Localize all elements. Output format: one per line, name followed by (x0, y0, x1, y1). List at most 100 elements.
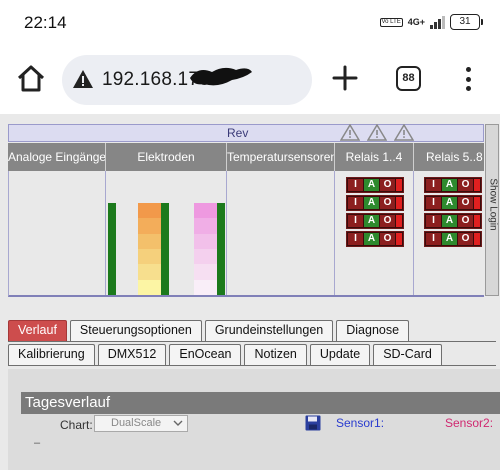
gauge-segment (194, 248, 217, 265)
relay-button-o[interactable]: O (380, 197, 395, 209)
relays-1-4-cell: IAOIAOIAOIAO (335, 171, 414, 295)
status-bar: 22:14 Vo LTE 4G+ 31 (0, 0, 500, 46)
tab-enocean[interactable]: EnOcean (169, 344, 242, 365)
relay-button-a[interactable]: A (364, 215, 379, 227)
save-icon[interactable] (305, 415, 321, 431)
placeholder-dash: – (34, 437, 41, 449)
secondary-tabs: Kalibrierung DMX512 EnOcean Notizen Upda… (8, 344, 442, 365)
tab-dmx512[interactable]: DMX512 (97, 344, 167, 365)
header-relays-5-8: Relais 5..8 (414, 143, 484, 171)
gauge-segment (138, 203, 161, 219)
relay-control: IAO (346, 213, 404, 229)
relay-control: IAO (346, 195, 404, 211)
relay-button-a[interactable]: A (364, 233, 379, 245)
overflow-menu-button[interactable] (460, 64, 476, 94)
tab-update[interactable]: Update (309, 344, 371, 365)
gauge-segment (194, 218, 217, 234)
relay-button-a[interactable]: A (442, 179, 457, 191)
relay-status-led (474, 215, 480, 227)
tab-count-button[interactable]: 88 (396, 66, 421, 91)
sensor2-label: Sensor2: (445, 416, 494, 430)
relay-button-i[interactable]: I (348, 197, 363, 209)
relay-button-i[interactable]: I (426, 215, 441, 227)
header-analog-inputs: Analoge Eingänge (8, 143, 106, 171)
relays-5-8-cell: IAOIAOIAOIAO (414, 171, 484, 295)
tab-diagnose[interactable]: Diagnose (336, 320, 410, 341)
relay-button-a[interactable]: A (442, 215, 457, 227)
show-login-label: Show Login (487, 178, 499, 231)
relay-button-o[interactable]: O (458, 215, 473, 227)
web-page: Rev Analoge Eingänge Elektroden Temperat… (0, 114, 500, 470)
relay-button-i[interactable]: I (426, 233, 441, 245)
chart-label: Chart: (60, 418, 93, 432)
relay-button-a[interactable]: A (364, 197, 379, 209)
relay-button-o[interactable]: O (380, 233, 395, 245)
relay-button-o[interactable]: O (458, 179, 473, 191)
chart-type-select[interactable]: DualScale (94, 415, 188, 432)
gauge-segment (138, 233, 161, 249)
relay-button-o[interactable]: O (380, 215, 395, 227)
home-icon (17, 65, 45, 92)
rev-label: Rev (227, 126, 249, 140)
tab-grundeinstellungen[interactable]: Grundeinstellungen (204, 320, 334, 341)
volte-icon: Vo LTE (379, 17, 403, 27)
electrode-gauge-left (138, 203, 161, 295)
chevron-down-icon (173, 420, 183, 426)
alert-icons (340, 124, 414, 141)
relay-button-a[interactable]: A (442, 233, 457, 245)
relay-status-led (474, 197, 480, 209)
gauge-segment (194, 279, 217, 295)
electrode-bar (108, 203, 116, 295)
gauge-segment (138, 248, 161, 265)
show-login-tab[interactable]: Show Login (485, 124, 499, 296)
electrodes-cell (106, 171, 227, 295)
alert-triangle-icon (394, 124, 414, 141)
home-button[interactable] (14, 62, 48, 96)
relay-button-i[interactable]: I (348, 215, 363, 227)
relay-status-led (474, 233, 480, 245)
relay-status-led (474, 179, 480, 191)
status-time: 22:14 (24, 13, 67, 32)
network-type: 4G+ (407, 17, 425, 27)
relay-list-5-8: IAOIAOIAOIAO (424, 177, 482, 247)
warning-icon (73, 70, 93, 88)
tabs-divider (8, 365, 496, 366)
relay-status-led (396, 179, 402, 191)
grid-body-row: IAOIAOIAOIAO IAOIAOIAOIAO (8, 171, 484, 297)
relay-control: IAO (424, 231, 482, 247)
gauge-segment (194, 203, 217, 219)
relay-button-o[interactable]: O (380, 179, 395, 191)
relay-button-i[interactable]: I (348, 179, 363, 191)
gauge-segment (138, 264, 161, 280)
electrode-gauge-right (194, 203, 217, 295)
header-temperature-sensors: Temperatursensoren (227, 143, 335, 171)
relay-status-led (396, 233, 402, 245)
tab-kalibrierung[interactable]: Kalibrierung (8, 344, 95, 365)
tab-notizen[interactable]: Notizen (244, 344, 307, 365)
relay-button-a[interactable]: A (442, 197, 457, 209)
relay-button-o[interactable]: O (458, 233, 473, 245)
gauge-segment (138, 279, 161, 295)
panel-title: Tagesverlauf (21, 392, 500, 414)
new-tab-button[interactable] (330, 63, 360, 93)
alert-triangle-icon (367, 124, 387, 141)
relay-list-1-4: IAOIAOIAOIAO (346, 177, 404, 247)
relay-button-a[interactable]: A (364, 179, 379, 191)
tab-steuerungsoptionen[interactable]: Steuerungsoptionen (69, 320, 202, 341)
grid-header-row: Analoge Eingänge Elektroden Temperaturse… (8, 143, 484, 171)
header-relays-1-4: Relais 1..4 (335, 143, 414, 171)
header-electrodes: Elektroden (106, 143, 227, 171)
alert-triangle-icon (340, 124, 360, 141)
tab-sd-card[interactable]: SD-Card (373, 344, 442, 365)
tab-verlauf[interactable]: Verlauf (8, 320, 67, 341)
relay-button-i[interactable]: I (426, 197, 441, 209)
gauge-segment (138, 218, 161, 234)
browser-toolbar: 192.168.178 88 (0, 46, 500, 114)
plus-icon (332, 65, 358, 91)
relay-button-i[interactable]: I (348, 233, 363, 245)
url-bar[interactable]: 192.168.178 (62, 55, 312, 105)
relay-status-led (396, 197, 402, 209)
relay-button-o[interactable]: O (458, 197, 473, 209)
electrode-bar (217, 203, 225, 295)
relay-button-i[interactable]: I (426, 179, 441, 191)
